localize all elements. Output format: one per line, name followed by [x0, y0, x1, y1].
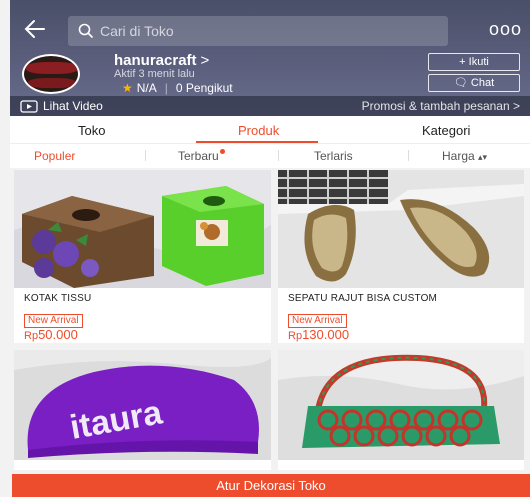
- price-currency: Rp: [288, 330, 303, 342]
- chat-button[interactable]: 🗨︎ Chat: [428, 74, 520, 92]
- product-card[interactable]: itaura: [14, 350, 271, 470]
- search-icon: [78, 23, 94, 39]
- sort-harga-label: Harga: [442, 149, 475, 163]
- product-image: [14, 170, 271, 288]
- product-card[interactable]: KOTAK TISSU New Arrival Rp50.000: [14, 170, 271, 343]
- sort-divider: [278, 150, 279, 161]
- active-status: Aktif 3 menit lalu: [114, 68, 195, 80]
- follow-label: + Ikuti: [459, 56, 489, 68]
- promo-link[interactable]: Promosi & tambah pesanan >: [362, 99, 520, 113]
- view-video-label: Lihat Video: [43, 99, 103, 113]
- chat-icon: 🗨︎: [453, 77, 468, 89]
- new-dot-indicator: [219, 149, 225, 154]
- shop-name[interactable]: hanuracraft >: [114, 52, 209, 69]
- shop-logo[interactable]: [22, 54, 80, 94]
- search-placeholder: Cari di Toko: [100, 23, 174, 39]
- tab-kategori[interactable]: Kategori: [422, 123, 470, 138]
- shop-decoration-button[interactable]: Atur Dekorasi Toko: [12, 474, 530, 497]
- chevron-right-icon: >: [200, 52, 210, 69]
- sort-terbaru-label: Terbaru: [178, 149, 219, 163]
- arrow-left-icon: [24, 20, 45, 38]
- more-options-icon[interactable]: ooo: [489, 20, 522, 38]
- view-video-link[interactable]: Lihat Video: [20, 99, 103, 113]
- product-image: [278, 170, 524, 288]
- product-card[interactable]: SEPATU RAJUT BISA CUSTOM New Arrival Rp1…: [278, 170, 524, 343]
- shop-name-text: hanuracraft: [114, 52, 197, 69]
- follow-button[interactable]: + Ikuti: [428, 53, 520, 71]
- followers-count: 0 Pengikut: [175, 81, 233, 95]
- logo-band-top: [26, 62, 78, 74]
- rating-value: N/A: [136, 81, 157, 95]
- tab-toko[interactable]: Toko: [78, 123, 105, 138]
- logo-band-bottom: [28, 78, 76, 88]
- price-value: 130.000: [302, 327, 350, 342]
- product-price: Rp50.000: [24, 327, 78, 342]
- product-price: Rp130.000: [288, 327, 349, 342]
- sort-arrows-icon: ▴▾: [478, 152, 488, 162]
- sort-harga[interactable]: Harga ▴▾: [442, 149, 487, 163]
- chat-label: Chat: [470, 77, 495, 89]
- sort-bar: Populer Terbaru Terlaris Harga ▴▾: [10, 144, 530, 168]
- sort-terlaris[interactable]: Terlaris: [314, 149, 353, 163]
- back-button[interactable]: [22, 16, 52, 46]
- product-card[interactable]: [278, 350, 524, 470]
- product-name: SEPATU RAJUT BISA CUSTOM: [288, 293, 438, 304]
- sort-divider: [408, 150, 409, 161]
- video-promo-bar: Lihat Video Promosi & tambah pesanan >: [10, 96, 530, 116]
- tab-produk[interactable]: Produk: [238, 123, 279, 138]
- stats-divider: |: [164, 81, 168, 95]
- product-image: itaura: [14, 350, 271, 460]
- active-tab-indicator: [196, 141, 318, 143]
- price-currency: Rp: [24, 330, 39, 342]
- shop-tabs: Toko Produk Kategori: [10, 116, 530, 144]
- top-bar: Cari di Toko ooo: [10, 14, 530, 48]
- new-arrival-badge: New Arrival: [288, 314, 347, 328]
- video-icon: [20, 99, 38, 113]
- sort-populer[interactable]: Populer: [34, 149, 75, 163]
- product-name: KOTAK TISSU: [24, 293, 92, 304]
- star-icon: ★: [122, 81, 133, 95]
- sort-divider: [145, 150, 146, 161]
- product-image: [278, 350, 524, 460]
- sort-terbaru[interactable]: Terbaru: [178, 149, 225, 163]
- shop-stats: ★ N/A | 0 Pengikut: [122, 81, 233, 95]
- price-value: 50.000: [38, 327, 78, 342]
- search-input[interactable]: Cari di Toko: [68, 16, 448, 46]
- new-arrival-badge: New Arrival: [24, 314, 83, 328]
